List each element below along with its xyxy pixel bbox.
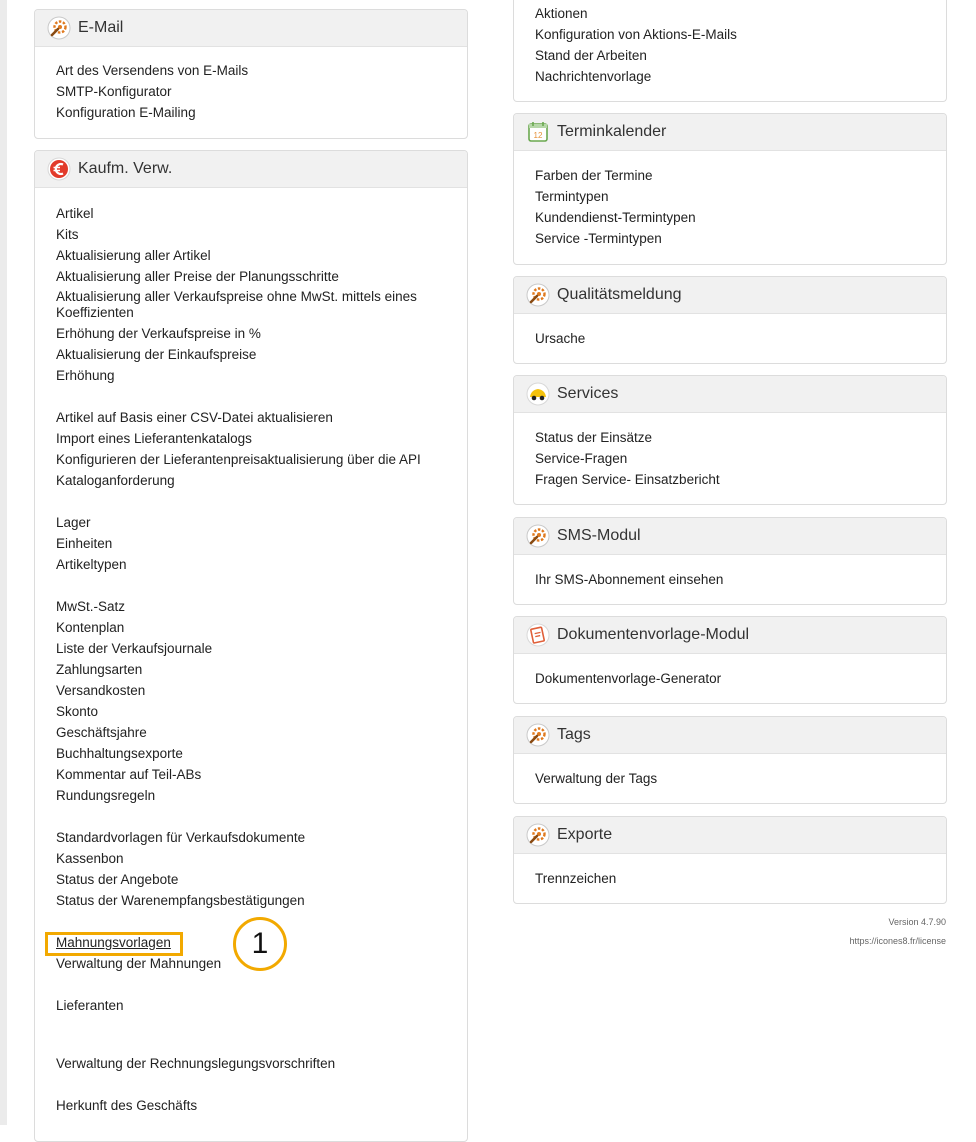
kaufm-item-zahlungsarten[interactable]: Zahlungsarten xyxy=(56,659,467,680)
termin-item-termintypen[interactable]: Termintypen xyxy=(535,186,946,207)
kaufm-item-lieferantenkatalog[interactable]: Import eines Lieferantenkatalogs xyxy=(56,428,467,449)
panel-terminkalender-title: Terminkalender xyxy=(557,123,667,140)
document-template-icon xyxy=(526,623,550,647)
kaufm-item-artikeltypen[interactable]: Artikeltypen xyxy=(56,554,467,575)
termin-item-farben[interactable]: Farben der Termine xyxy=(535,165,946,186)
kaufm-item-erhoehung-verkaufspreise[interactable]: Erhöhung der Verkaufspreise in % xyxy=(56,323,467,344)
version-label: Version 4.7.90 xyxy=(888,917,946,927)
kaufm-item-kontenplan[interactable]: Kontenplan xyxy=(56,617,467,638)
panel-kaufm-verw: Kaufm. Verw. Artikel Kits Aktualisierung… xyxy=(34,150,468,1142)
kaufm-item-kommentar-teil-abs[interactable]: Kommentar auf Teil-ABs xyxy=(56,764,467,785)
email-item-konfiguration[interactable]: Konfiguration E-Mailing xyxy=(56,102,467,123)
kaufm-item-csv-import[interactable]: Artikel auf Basis einer CSV-Datei aktual… xyxy=(56,407,467,428)
panel-terminkalender: 12 Terminkalender Farben der Termine Ter… xyxy=(513,113,947,265)
panel-kaufm-header: Kaufm. Verw. xyxy=(35,151,467,188)
aktionen-item-stand-arbeiten[interactable]: Stand der Arbeiten xyxy=(535,45,946,66)
kaufm-item-einheiten[interactable]: Einheiten xyxy=(56,533,467,554)
sms-item-abonnement[interactable]: Ihr SMS-Abonnement einsehen xyxy=(535,569,946,590)
kaufm-item-geschaeftsjahre[interactable]: Geschäftsjahre xyxy=(56,722,467,743)
license-link[interactable]: https://icones8.fr/license xyxy=(849,932,946,951)
panel-dokument-title: Dokumentenvorlage-Modul xyxy=(557,626,750,643)
kaufm-item-lager[interactable]: Lager xyxy=(56,512,467,533)
termin-item-kundendienst[interactable]: Kundendienst-Termintypen xyxy=(535,207,946,228)
gear-wrench-icon xyxy=(526,823,550,847)
exporte-item-trennzeichen[interactable]: Trennzeichen xyxy=(535,868,946,889)
kaufm-item-rundungsregeln[interactable]: Rundungsregeln xyxy=(56,785,467,806)
services-item-service-fragen[interactable]: Service-Fragen xyxy=(535,448,946,469)
kaufm-item-skonto[interactable]: Skonto xyxy=(56,701,467,722)
panel-qualitaet-title: Qualitätsmeldung xyxy=(557,286,682,303)
aktionen-item-aktionen[interactable]: Aktionen xyxy=(535,3,946,24)
tags-item-verwaltung[interactable]: Verwaltung der Tags xyxy=(535,768,946,789)
kaufm-item-standardvorlagen[interactable]: Standardvorlagen für Verkaufsdokumente xyxy=(56,827,467,848)
kaufm-item-verkaufsjournale[interactable]: Liste der Verkaufsjournale xyxy=(56,638,467,659)
email-item-versand[interactable]: Art des Versendens von E-Mails xyxy=(56,60,467,81)
gear-wrench-icon xyxy=(526,723,550,747)
panel-exporte-title: Exporte xyxy=(557,826,613,843)
gear-wrench-icon xyxy=(526,524,550,548)
step-number-badge: 1 xyxy=(233,917,287,971)
euro-icon xyxy=(47,157,71,181)
kaufm-item-kataloganforderung[interactable]: Kataloganforderung xyxy=(56,470,467,491)
calendar-icon: 12 xyxy=(526,120,550,144)
panel-services-header: Services xyxy=(514,376,946,413)
kaufm-item-herkunft-geschaeft[interactable]: Herkunft des Geschäfts xyxy=(56,1095,467,1116)
qualitaet-item-ursache[interactable]: Ursache xyxy=(535,328,946,349)
panel-email-title: E-Mail xyxy=(78,19,124,36)
services-item-einsatzbericht[interactable]: Fragen Service- Einsatzbericht xyxy=(535,469,946,490)
panel-tags-header: Tags xyxy=(514,717,946,754)
panel-email-header: E-Mail xyxy=(35,10,467,47)
panel-sms-modul: SMS-Modul Ihr SMS-Abonnement einsehen xyxy=(513,517,947,605)
panel-dokumentenvorlage: Dokumentenvorlage-Modul Dokumentenvorlag… xyxy=(513,616,947,704)
kaufm-item-status-angebote[interactable]: Status der Angebote xyxy=(56,869,467,890)
kaufm-item-erhoehung[interactable]: Erhöhung xyxy=(56,365,467,386)
panel-tags: Tags Verwaltung der Tags xyxy=(513,716,947,804)
panel-kaufm-title: Kaufm. Verw. xyxy=(78,160,173,177)
svg-text:12: 12 xyxy=(534,131,543,140)
kaufm-item-verkaufspreise-koeffizient[interactable]: Aktualisierung aller Verkaufspreise ohne… xyxy=(56,287,456,323)
kaufm-item-status-warenempfang[interactable]: Status der Warenempfangsbestätigungen xyxy=(56,890,467,911)
gear-wrench-icon xyxy=(526,283,550,307)
version-info: Version 4.7.90 https://icones8.fr/licens… xyxy=(849,913,946,951)
kaufm-item-versandkosten[interactable]: Versandkosten xyxy=(56,680,467,701)
kaufm-item-aktualisierung-artikel[interactable]: Aktualisierung aller Artikel xyxy=(56,245,467,266)
kaufm-item-kits[interactable]: Kits xyxy=(56,224,467,245)
kaufm-item-rechnungslegung[interactable]: Verwaltung der Rechnungslegungsvorschrif… xyxy=(56,1053,467,1074)
kaufm-item-artikel[interactable]: Artikel xyxy=(56,203,467,224)
services-item-status-einsaetze[interactable]: Status der Einsätze xyxy=(535,427,946,448)
dokument-item-generator[interactable]: Dokumentenvorlage-Generator xyxy=(535,668,946,689)
panel-exporte-header: Exporte xyxy=(514,817,946,854)
panel-sms-header: SMS-Modul xyxy=(514,518,946,555)
service-car-icon xyxy=(526,382,550,406)
panel-sms-title: SMS-Modul xyxy=(557,527,641,544)
panel-aktionen: Aktionen Konfiguration von Aktions-E-Mai… xyxy=(513,0,947,102)
left-scroll-gutter xyxy=(0,0,7,1125)
kaufm-item-buchhaltungsexporte[interactable]: Buchhaltungsexporte xyxy=(56,743,467,764)
aktionen-item-nachrichtenvorlage[interactable]: Nachrichtenvorlage xyxy=(535,66,946,87)
gear-wrench-icon xyxy=(47,16,71,40)
aktionen-item-email-konfiguration[interactable]: Konfiguration von Aktions-E-Mails xyxy=(535,24,946,45)
kaufm-item-aktualisierung-planung[interactable]: Aktualisierung aller Preise der Planungs… xyxy=(56,266,467,287)
kaufm-item-kassenbon[interactable]: Kassenbon xyxy=(56,848,467,869)
kaufm-item-lieferanten-api[interactable]: Konfigurieren der Lieferantenpreisaktual… xyxy=(56,449,467,470)
email-item-smtp[interactable]: SMTP-Konfigurator xyxy=(56,81,467,102)
panel-qualitaet-header: Qualitätsmeldung xyxy=(514,277,946,314)
kaufm-item-einkaufspreise[interactable]: Aktualisierung der Einkaufspreise xyxy=(56,344,467,365)
termin-item-service[interactable]: Service -Termintypen xyxy=(535,228,946,249)
panel-email: E-Mail Art des Versendens von E-Mails SM… xyxy=(34,9,468,139)
panel-tags-title: Tags xyxy=(557,726,591,743)
panel-terminkalender-header: 12 Terminkalender xyxy=(514,114,946,151)
kaufm-item-mwst[interactable]: MwSt.-Satz xyxy=(56,596,467,617)
panel-qualitaetsmeldung: Qualitätsmeldung Ursache xyxy=(513,276,947,364)
panel-services-title: Services xyxy=(557,385,619,402)
highlight-box xyxy=(45,932,183,956)
panel-services: Services Status der Einsätze Service-Fra… xyxy=(513,375,947,505)
panel-exporte: Exporte Trennzeichen xyxy=(513,816,947,904)
kaufm-item-lieferanten[interactable]: Lieferanten xyxy=(56,995,467,1016)
panel-dokument-header: Dokumentenvorlage-Modul xyxy=(514,617,946,654)
